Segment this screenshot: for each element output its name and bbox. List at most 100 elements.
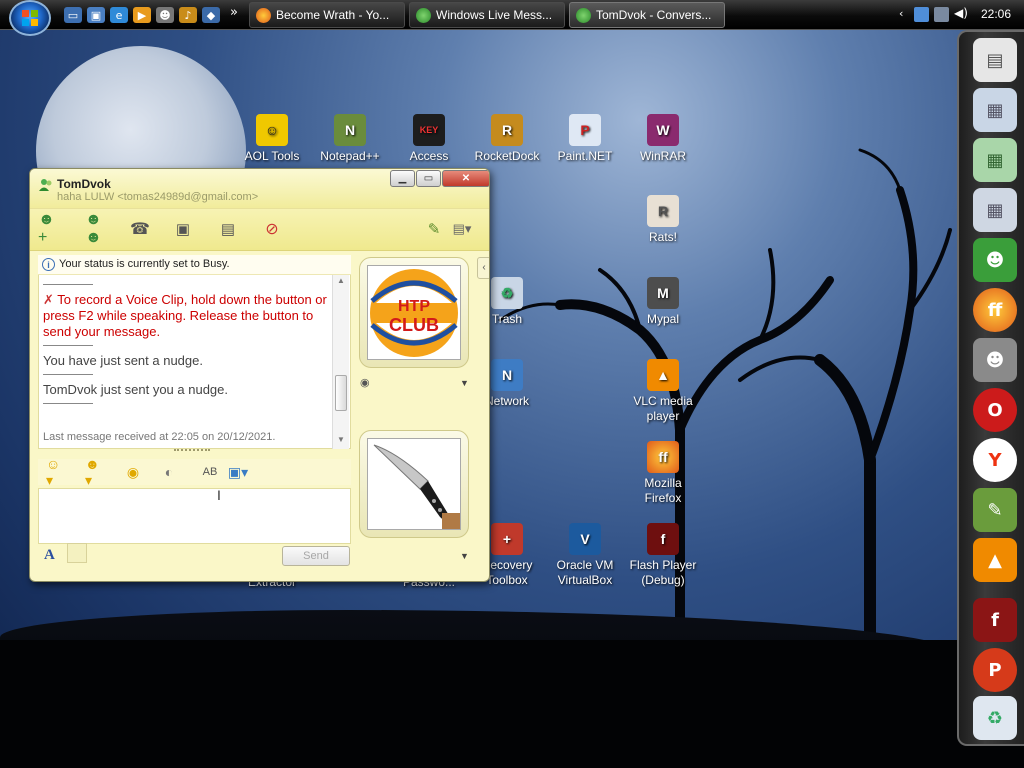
received-nudge-message: TomDvok just sent you a nudge. xyxy=(43,382,228,397)
desktop-icon-winrar[interactable]: W WinRAR xyxy=(626,114,700,164)
block-contact-icon[interactable]: ⊘ xyxy=(260,218,284,240)
network-tray-icon[interactable] xyxy=(914,7,929,22)
voice-clip-notice: ✗ To record a Voice Clip, hold down the … xyxy=(43,292,327,339)
messenger-conversation-window: TomDvok haha LULW <tomas24989d@gmail.com… xyxy=(29,168,490,582)
connection-tray-icon[interactable] xyxy=(934,7,949,22)
raccoon-icon[interactable]: ☻ xyxy=(156,7,174,23)
media-player-icon[interactable]: ▶ xyxy=(133,7,151,23)
backgrounds-icon[interactable]: ▣▾ xyxy=(228,463,248,481)
dock-yandex-icon[interactable]: Y xyxy=(973,438,1017,482)
info-icon: i xyxy=(42,258,55,271)
trash-icon: ♻ xyxy=(491,277,523,309)
dock-recycle-bin-icon[interactable]: ♻ xyxy=(973,696,1017,740)
switch-windows-icon[interactable]: ▣ xyxy=(87,7,105,23)
svg-text:HTP: HTP xyxy=(398,298,430,315)
recovery-toolbox-icon: + xyxy=(491,523,523,555)
svg-text:CLUB: CLUB xyxy=(389,315,439,335)
internet-explorer-icon[interactable]: e xyxy=(110,7,128,23)
wink-icon[interactable]: ☻▾ xyxy=(85,456,103,488)
dock-messenger-icon[interactable]: ☻ xyxy=(973,238,1017,282)
dock-p-app-icon[interactable]: P xyxy=(973,648,1017,692)
emoticon-icon[interactable]: ☺▾ xyxy=(46,456,64,488)
desktop-icon-mypal[interactable]: M Mypal xyxy=(626,277,700,327)
virtualbox-icon[interactable]: ◆ xyxy=(202,7,220,23)
start-button[interactable] xyxy=(9,0,51,36)
my-picture-dropdown-icon[interactable]: ▼ xyxy=(460,551,469,561)
volume-icon[interactable]: ♪ xyxy=(179,7,197,23)
desktop-icon-firefox[interactable]: ff Mozilla Firefox xyxy=(626,441,700,506)
voice-clip-icon[interactable]: ◐ xyxy=(160,463,178,481)
desktop-icon-aol-tools[interactable]: ☺ AOL Tools xyxy=(235,114,309,164)
grass-ground xyxy=(0,640,1024,768)
webcam-icon[interactable]: ◉ xyxy=(360,376,370,389)
contact-display-picture[interactable]: HTP CLUB xyxy=(359,257,469,368)
dock-raccoon-icon[interactable]: ☻ xyxy=(973,338,1017,382)
quicklaunch-more[interactable]: » xyxy=(230,5,238,20)
desktop-icon-rats[interactable]: R Rats! xyxy=(626,195,700,245)
status-notice: i Your status is currently set to Busy. xyxy=(38,255,351,275)
conversation-scrollbar[interactable]: ▲ ▼ xyxy=(332,275,349,449)
message-separator xyxy=(43,345,93,346)
paintnet-icon: P xyxy=(569,114,601,146)
dock-opera-icon[interactable]: O xyxy=(973,388,1017,432)
mypal-icon: M xyxy=(647,277,679,309)
call-contact-icon[interactable]: ☎ xyxy=(128,218,152,240)
show-desktop-icon[interactable]: ▭ xyxy=(64,7,82,23)
invite-contact-icon[interactable]: ☻+ xyxy=(38,211,62,246)
scroll-down-icon[interactable]: ▼ xyxy=(337,435,345,444)
rocketdock-icon: R xyxy=(491,114,523,146)
my-display-picture[interactable] xyxy=(359,430,469,538)
network-icon: N xyxy=(491,359,523,391)
minimize-button[interactable]: ▁ xyxy=(390,170,415,187)
messenger-icon xyxy=(576,8,591,23)
taskbar-button-firefox[interactable]: Become Wrath - Yo... xyxy=(249,2,405,28)
taskbar-button-conversation[interactable]: TomDvok - Convers... xyxy=(569,2,725,28)
dock-green-folder-icon[interactable]: ▦ xyxy=(973,138,1017,182)
contact-picture-dropdown-icon[interactable]: ▼ xyxy=(460,378,469,388)
contact-name: TomDvok xyxy=(57,177,111,191)
tray-expand-icon[interactable]: ‹ xyxy=(899,7,903,20)
handwriting-icon[interactable] xyxy=(67,543,87,563)
dock-documents-icon[interactable]: ▦ xyxy=(973,88,1017,132)
scroll-thumb[interactable] xyxy=(335,375,347,411)
font-format-icon[interactable]: A xyxy=(44,547,55,564)
spellcheck-icon[interactable]: AB xyxy=(201,463,219,481)
desktop-icon-flash-player[interactable]: f Flash Player (Debug) xyxy=(626,523,700,588)
desktop-icon-access[interactable]: KEY Access xyxy=(392,114,466,164)
dock-notepad-icon[interactable]: ✎ xyxy=(973,488,1017,532)
menu-options-icon[interactable]: ▤▾ xyxy=(450,218,474,240)
contact-personal-message: haha LULW <tomas24989d@gmail.com> xyxy=(57,191,259,203)
rats-icon: R xyxy=(647,195,679,227)
dock-vlc-icon[interactable]: ▲ xyxy=(973,538,1017,582)
dock-printer-icon[interactable]: ▤ xyxy=(973,38,1017,82)
windows-logo-icon xyxy=(22,10,38,26)
taskbar-button-messenger[interactable]: Windows Live Mess... xyxy=(409,2,565,28)
share-files-icon[interactable]: ☻☻ xyxy=(85,211,109,246)
volume-tray-icon[interactable]: ◀) xyxy=(954,6,968,20)
message-separator xyxy=(43,403,93,404)
desktop-icon-notepadpp[interactable]: N Notepad++ xyxy=(313,114,387,164)
scroll-up-icon[interactable]: ▲ xyxy=(337,276,345,285)
dock-pictures-folder-icon[interactable]: ▦ xyxy=(973,188,1017,232)
clock[interactable]: 22:06 xyxy=(981,7,1011,21)
maximize-button[interactable]: ▭ xyxy=(416,170,441,187)
dock-flash-icon[interactable]: f xyxy=(973,598,1017,642)
desktop-icon-virtualbox[interactable]: V Oracle VM VirtualBox xyxy=(548,523,622,588)
close-button[interactable]: ✕ xyxy=(442,170,489,187)
message-input[interactable] xyxy=(38,488,351,544)
games-activities-icon[interactable]: ▤ xyxy=(216,218,240,240)
resize-grip[interactable] xyxy=(174,449,210,453)
collapse-pictures-icon[interactable]: ‹ xyxy=(477,257,489,279)
desktop-icon-paintnet[interactable]: P Paint.NET xyxy=(548,114,622,164)
customize-pen-icon[interactable]: ✎ xyxy=(422,218,446,240)
send-button[interactable]: Send xyxy=(282,546,350,566)
rocketdock-bar: ▤ ▦ ▦ ▦ ☻ ff ☻ O Y ✎ ▲ f P ♻ xyxy=(957,30,1024,746)
knife-icon xyxy=(373,444,460,529)
desktop-icon-rocketdock[interactable]: R RocketDock xyxy=(470,114,544,164)
dock-firefox-icon[interactable]: ff xyxy=(973,288,1017,332)
notepadpp-icon: N xyxy=(334,114,366,146)
nudge-icon[interactable]: ◉ xyxy=(124,463,142,481)
desktop-icon-vlc[interactable]: ▲ VLC media player xyxy=(626,359,700,424)
video-call-icon[interactable]: ▣ xyxy=(171,218,195,240)
aol-icon: ☺ xyxy=(256,114,288,146)
